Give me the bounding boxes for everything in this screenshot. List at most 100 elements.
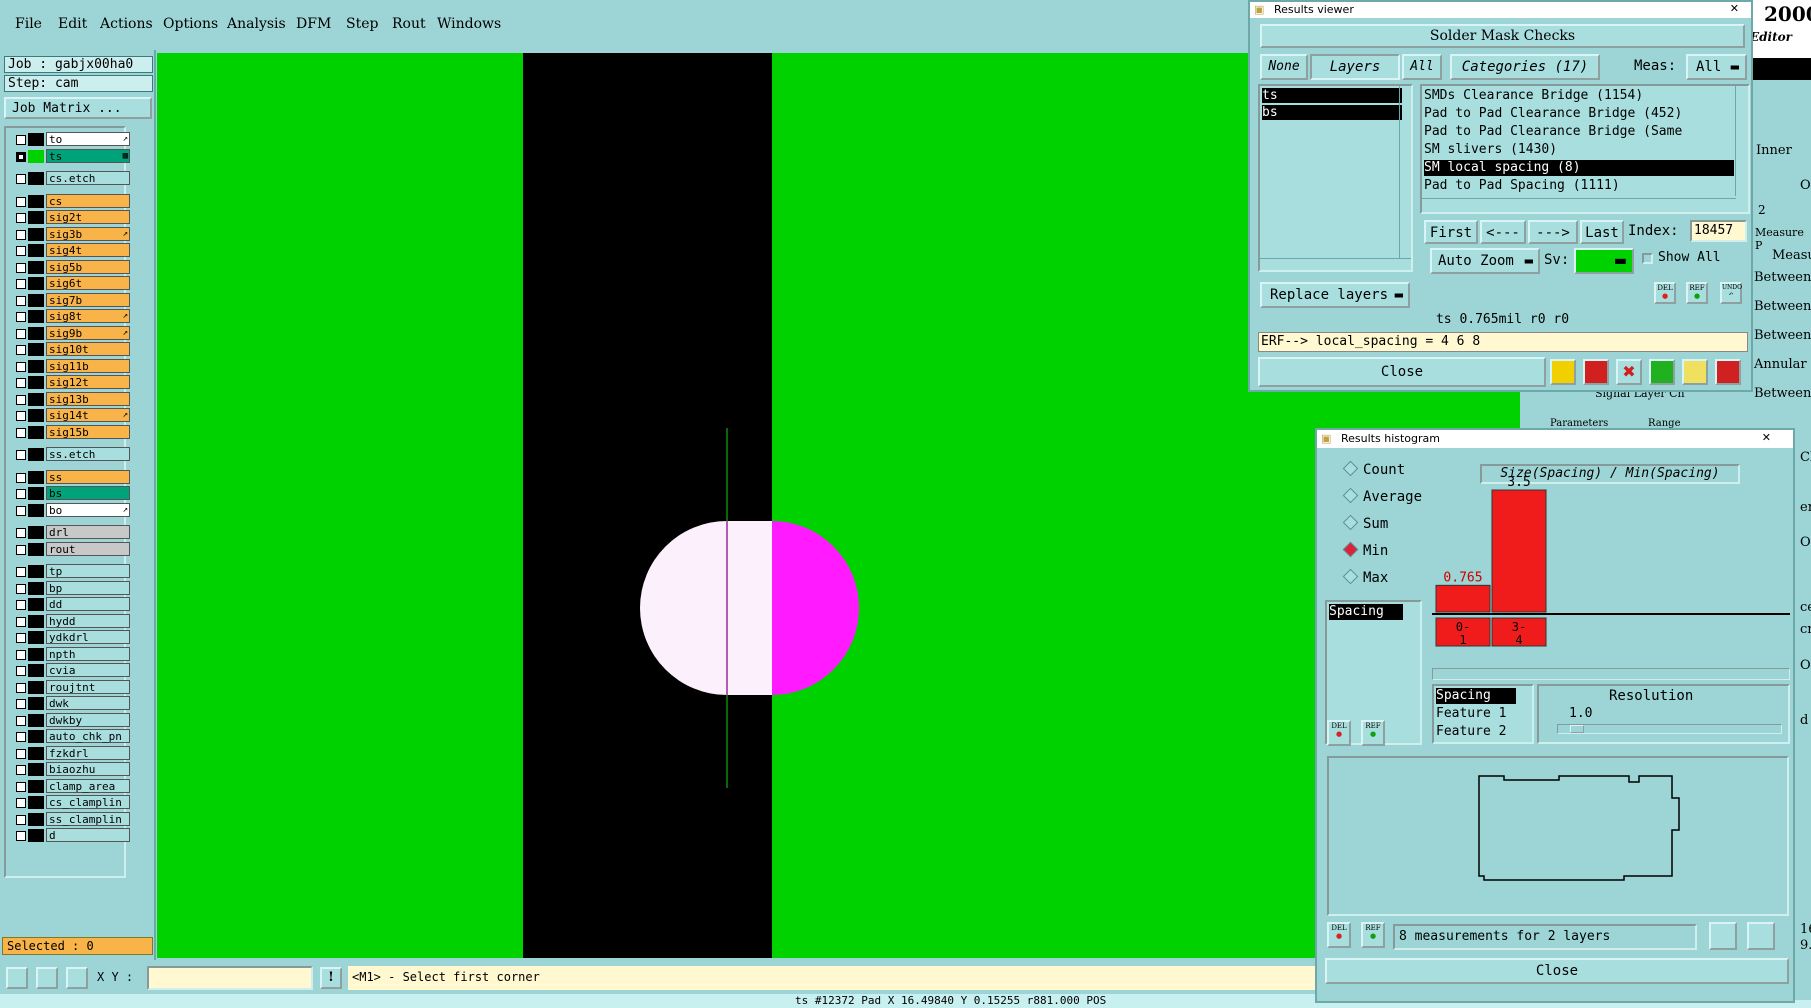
layer-color-swatch[interactable] [28, 343, 44, 356]
layer-color-swatch[interactable] [28, 614, 44, 628]
layer-row[interactable]: sig14t ↗ [14, 408, 130, 423]
layer-row[interactable]: sig6t [14, 276, 130, 291]
layer-row[interactable]: bp [14, 580, 130, 596]
layer-checkbox[interactable] [16, 361, 26, 372]
zoom-box-icon[interactable] [6, 967, 28, 989]
layer-checkbox[interactable] [16, 427, 26, 438]
layer-checkbox[interactable] [16, 135, 26, 145]
layer-checkbox[interactable] [16, 544, 26, 555]
layer-row[interactable]: to ↗ [14, 132, 130, 147]
menu-windows[interactable]: Windows [437, 16, 501, 32]
layer-checkbox[interactable] [16, 262, 26, 273]
layer-name[interactable]: roujtnt [46, 679, 130, 694]
menu-file[interactable]: File [15, 16, 42, 32]
clear-icon[interactable]: ✖ [1616, 359, 1642, 385]
report-icon[interactable] [1682, 359, 1708, 385]
layer-row[interactable]: ts ▦ [14, 148, 130, 164]
menu-options[interactable]: Options [163, 16, 218, 32]
size-feature-2[interactable]: Feature 2 [1436, 724, 1506, 739]
layer-checkbox[interactable] [16, 649, 26, 660]
layer-color-swatch[interactable] [28, 581, 44, 595]
layer-color-swatch[interactable] [28, 470, 44, 484]
rv-layer-list[interactable]: ts bs [1258, 84, 1413, 272]
layer-color-swatch[interactable] [28, 526, 44, 539]
layer-checkbox[interactable] [16, 781, 26, 792]
layer-checkbox[interactable] [16, 196, 26, 207]
layer-checkbox[interactable] [16, 583, 26, 594]
layer-name[interactable]: biaozhu [46, 762, 130, 776]
menu-rout[interactable]: Rout [392, 16, 426, 32]
next-button[interactable]: ---> [1528, 220, 1578, 244]
layer-color-swatch[interactable] [28, 664, 44, 677]
layer-checkbox[interactable] [16, 633, 26, 643]
layer-checkbox[interactable] [16, 328, 26, 339]
layer-row[interactable]: dwkby [14, 712, 130, 728]
rv-category-list[interactable]: SMDs Clearance Bridge (1154) Pad to Pad C… [1420, 84, 1750, 214]
category-item[interactable]: SM slivers (1430) [1424, 142, 1734, 158]
layer-color-swatch[interactable] [28, 194, 44, 208]
layer-name[interactable]: npth [46, 646, 130, 661]
show-all-checkbox[interactable] [1642, 253, 1653, 264]
layer-name[interactable]: sig11b [46, 358, 130, 373]
resolution-thumb[interactable] [1570, 725, 1584, 733]
record-icon[interactable] [1583, 359, 1609, 385]
layer-name[interactable]: ts [46, 148, 130, 163]
rv-layer-scrollbar[interactable] [1399, 86, 1411, 258]
layer-checkbox[interactable] [16, 229, 26, 240]
layer-checkbox[interactable] [16, 450, 26, 460]
layer-row[interactable]: sig4t [14, 243, 130, 258]
mode-sum[interactable]: Sum [1342, 514, 1388, 532]
category-hscroll[interactable] [1422, 198, 1736, 211]
layer-checkbox[interactable] [16, 528, 26, 538]
layer-checkbox[interactable] [16, 666, 26, 676]
rh-ref-icon[interactable]: REF ● [1361, 720, 1385, 746]
layer-color-swatch[interactable] [28, 149, 44, 163]
layer-color-swatch[interactable] [28, 448, 44, 461]
layer-row[interactable]: ss [14, 469, 130, 485]
category-scrollbar[interactable] [1735, 86, 1748, 196]
menu-analysis[interactable]: Analysis [227, 16, 286, 32]
layer-name[interactable]: cs.etch [46, 171, 130, 185]
layer-row[interactable]: sig7b [14, 292, 130, 308]
mode-count[interactable]: Count [1342, 460, 1405, 478]
histogram-icon[interactable] [1715, 359, 1741, 385]
layer-name[interactable]: sig2t [46, 210, 130, 224]
resolution-slider[interactable] [1557, 724, 1782, 734]
ref-icon[interactable]: REF ● [1686, 282, 1708, 304]
auto-zoom-dropdown[interactable]: Auto Zoom ▬ [1430, 248, 1540, 274]
layer-row[interactable]: auto_chk_pn [14, 729, 130, 744]
category-item[interactable]: Pad to Pad Clearance Bridge (Same [1424, 124, 1734, 140]
layer-name[interactable]: drl [46, 525, 130, 539]
layer-checkbox[interactable] [16, 748, 26, 759]
category-item[interactable]: SMDs Clearance Bridge (1154) [1424, 88, 1734, 104]
layer-row[interactable]: d [14, 828, 130, 843]
layer-name[interactable]: ss [46, 469, 130, 484]
layer-row[interactable]: sig5b [14, 259, 130, 275]
layer-name[interactable]: sig14t [46, 408, 130, 422]
size-feature-1[interactable]: Feature 1 [1436, 706, 1506, 721]
layer-color-swatch[interactable] [28, 779, 44, 793]
rh-ref-icon-2[interactable]: REF ● [1361, 922, 1385, 948]
layer-checkbox[interactable] [16, 798, 26, 808]
layer-checkbox[interactable] [16, 394, 26, 405]
category-item[interactable]: Pad to Pad Clearance Bridge (452) [1424, 106, 1734, 122]
layer-name[interactable]: ss_clamplin [46, 811, 130, 826]
layer-checkbox[interactable] [16, 814, 26, 825]
rv-close-icon[interactable]: ✕ [1730, 2, 1739, 15]
mode-average[interactable]: Average [1342, 487, 1422, 505]
layer-name[interactable]: sig4t [46, 243, 130, 257]
layer-checkbox[interactable] [16, 715, 26, 726]
rv-layer-hscroll[interactable] [1260, 258, 1411, 270]
layer-row[interactable]: bo ↗ [14, 502, 130, 518]
layer-color-swatch[interactable] [28, 376, 44, 389]
rv-layer-bs[interactable]: bs [1262, 105, 1402, 120]
layers-button[interactable]: Layers [1310, 54, 1400, 80]
prev-button[interactable]: <--- [1480, 220, 1526, 244]
layer-checkbox[interactable] [16, 312, 26, 322]
layer-color-swatch[interactable] [28, 244, 44, 257]
layer-color-swatch[interactable] [28, 326, 44, 340]
mode-min[interactable]: Min [1342, 541, 1388, 559]
layer-color-swatch[interactable] [28, 227, 44, 241]
layer-checkbox[interactable] [16, 151, 26, 162]
layer-color-swatch[interactable] [28, 631, 44, 644]
